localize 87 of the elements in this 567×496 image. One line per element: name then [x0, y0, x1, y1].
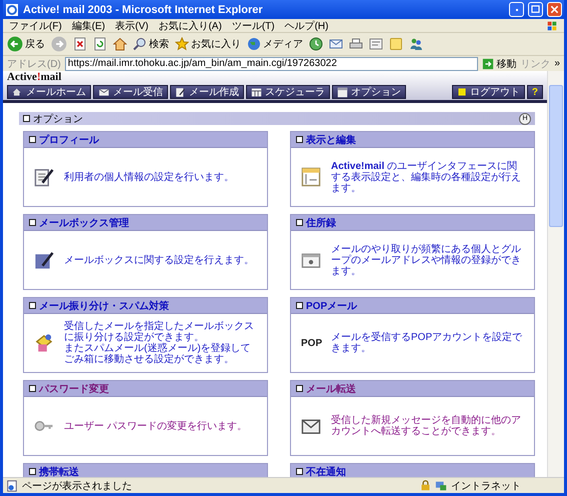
- toolbar-button[interactable]: お気に入り: [175, 37, 241, 51]
- nav-button[interactable]: メール作成: [170, 85, 244, 99]
- address-field[interactable]: https://mail.imr.tohoku.ac.jp/am_bin/am_main.cgi/197263022: [64, 56, 478, 70]
- printer-icon: [349, 37, 363, 51]
- envelope-icon: [329, 37, 343, 51]
- intranet-icon: [435, 480, 447, 492]
- card-description-link[interactable]: 利用者の個人情報の設定を行います。: [64, 172, 234, 182]
- scrollbar[interactable]: [547, 71, 564, 477]
- card-description-link[interactable]: メールを受信するPOPアカウントを設定できます。: [331, 332, 524, 354]
- envelope-icon: [98, 86, 110, 98]
- toolbar-button[interactable]: 戻る: [7, 36, 45, 52]
- pencil-document-icon: [34, 167, 54, 187]
- ie-logo-icon: [5, 2, 19, 16]
- card-description-link[interactable]: 受信した新規メッセージを自動的に他のアカウントへ転送することができます。: [331, 415, 524, 437]
- nav-button[interactable]: スケジューラ: [246, 85, 330, 99]
- home-icon: [113, 37, 127, 51]
- maximize-button[interactable]: [528, 2, 543, 17]
- document-icon: [369, 37, 383, 51]
- logout-button[interactable]: ログアウト: [452, 85, 525, 99]
- nav-button[interactable]: メール受信: [93, 85, 168, 99]
- card-description-link[interactable]: またスパムメール(迷惑メール)を登録してごみ箱に移動させる設定ができます。: [64, 343, 257, 365]
- menu-item[interactable]: 編集(E): [72, 18, 106, 32]
- toolbar-button[interactable]: メディア: [247, 37, 303, 51]
- bullet-icon: [296, 468, 303, 475]
- menu-item[interactable]: 表示(V): [115, 18, 148, 32]
- nav-button[interactable]: オプション: [332, 85, 406, 99]
- window-layout-icon: [301, 167, 321, 187]
- card-description-link[interactable]: ユーザー パスワードの変更を行います。: [64, 420, 247, 432]
- house-icon: [12, 86, 23, 98]
- card-description-link[interactable]: メールのやり取りが頻繁にある個人とグループのメールアドレスや情報の登録ができます。: [331, 244, 524, 276]
- bullet-icon: [296, 385, 303, 392]
- page-icon: [6, 480, 18, 492]
- bullet-icon: [29, 468, 36, 475]
- logout-icon: [456, 87, 467, 97]
- card-title-link[interactable]: メール転送: [306, 382, 356, 396]
- minimize-button[interactable]: [509, 2, 524, 17]
- zone-label: イントラネット: [451, 480, 522, 492]
- window-title: Active! mail 2003 - Microsoft Internet Explorer: [23, 4, 264, 16]
- lock-icon: [420, 480, 431, 491]
- go-arrow-icon: [482, 58, 494, 70]
- card-description-link[interactable]: 受信したメールを指定したメールボックスに振り分ける設定ができます。: [64, 321, 257, 343]
- people-icon: [409, 37, 423, 51]
- pencil-folder-icon: [34, 250, 54, 270]
- bullet-icon: [29, 302, 36, 309]
- close-icon: [549, 4, 560, 15]
- nav-button[interactable]: メールホーム: [7, 85, 91, 99]
- more-chevron[interactable]: »: [554, 58, 560, 69]
- pencil-paper-icon: [175, 86, 186, 98]
- bullet-icon: [296, 302, 303, 309]
- close-button[interactable]: [547, 2, 562, 17]
- windows-flag-icon: [546, 20, 558, 32]
- help-button[interactable]: ?: [526, 85, 543, 99]
- sorting-trays-icon: [34, 333, 54, 353]
- menu-item[interactable]: お気に入り(A): [158, 18, 222, 32]
- bullet-icon: [296, 136, 303, 143]
- pop-icon: POP: [301, 338, 321, 348]
- card-title-link[interactable]: 携帯転送: [39, 464, 79, 477]
- menu-item[interactable]: ファイル(F): [9, 18, 62, 32]
- go-button[interactable]: 移動: [482, 56, 516, 70]
- note-icon: [389, 37, 403, 51]
- bullet-icon: [23, 115, 30, 122]
- history-icon: [309, 37, 323, 51]
- window-icon: [337, 86, 348, 98]
- card-title-link[interactable]: 表示と編集: [306, 132, 356, 146]
- menu-item[interactable]: ヘルプ(H): [284, 18, 328, 32]
- toolbar-button[interactable]: 検索: [133, 37, 169, 51]
- refresh-icon: [93, 37, 107, 51]
- card-description-link[interactable]: メールボックスに関する設定を行えます。: [64, 254, 254, 266]
- card-title-link[interactable]: 住所録: [306, 216, 336, 230]
- section-title: オプション: [33, 112, 83, 126]
- stop-icon: [73, 37, 87, 51]
- address-label: アドレス(D): [7, 58, 61, 70]
- status-text: ページが表示されました: [22, 480, 133, 492]
- card-title-link[interactable]: POPメール: [306, 298, 358, 312]
- bullet-icon: [29, 219, 36, 226]
- menu-item[interactable]: ツール(T): [232, 18, 275, 32]
- search-icon: [133, 37, 147, 51]
- star-icon: [175, 37, 189, 51]
- globe-icon: [247, 37, 261, 51]
- bullet-icon: [29, 136, 36, 143]
- card-title-link[interactable]: 不在通知: [306, 464, 346, 477]
- bullet-icon: [296, 219, 303, 226]
- maximize-icon: [530, 4, 541, 15]
- bullet-icon: [29, 385, 36, 392]
- card-description-link[interactable]: Active!mail のユーザインタフェースに関する表示設定と、編集時の各種設定が行えます。: [331, 160, 524, 194]
- calendar-icon: [251, 86, 262, 98]
- app-logo: Active!mail: [7, 71, 62, 83]
